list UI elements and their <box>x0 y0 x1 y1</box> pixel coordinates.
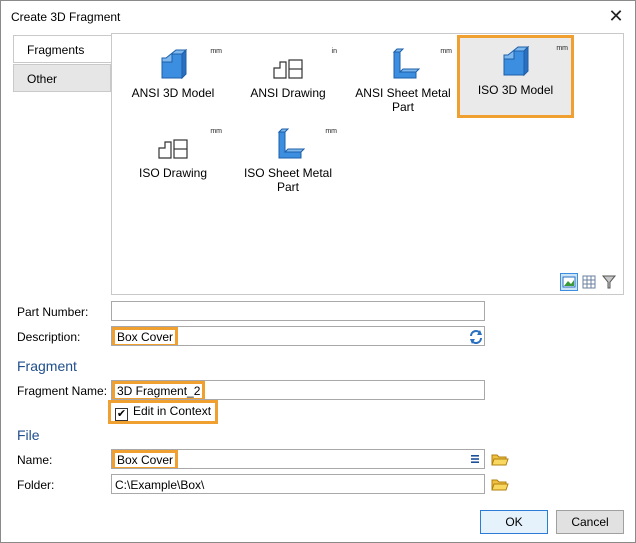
file-name-value: Box Cover <box>112 450 179 468</box>
fragment-section-title: Fragment <box>17 358 77 374</box>
edit-in-context-checkbox[interactable]: ✔ Edit in Context <box>107 400 219 424</box>
dialog-title: Create 3D Fragment <box>11 10 121 24</box>
tab-label: Other <box>27 72 58 86</box>
drawing-sheets-icon <box>158 139 188 159</box>
checkbox-label: Edit in Context <box>133 404 212 418</box>
checkbox-box: ✔ <box>115 408 128 421</box>
template-label: ISO Drawing <box>138 166 208 180</box>
refresh-icon[interactable] <box>467 328 485 346</box>
block-3d-icon <box>503 45 530 77</box>
tab-other[interactable]: Other <box>13 64 111 92</box>
description-value: Box Cover <box>112 327 179 345</box>
view-toolbar <box>559 273 619 291</box>
template-label: ISO 3D Model <box>477 83 554 97</box>
unit-label: mm <box>556 45 568 52</box>
file-name-field[interactable]: Box Cover <box>111 449 485 469</box>
menu-icon[interactable] <box>470 454 480 464</box>
close-icon[interactable]: ✕ <box>605 6 627 28</box>
template-gallery: mm ANSI 3D Model in ANSI Drawing mm ANSI… <box>111 33 624 295</box>
unit-label: mm <box>210 48 222 55</box>
template-label: ANSI Sheet Metal Part <box>355 86 451 114</box>
title-bar: Create 3D Fragment ✕ <box>1 1 635 33</box>
fragment-name-field[interactable]: 3D Fragment_2 <box>111 380 485 400</box>
create-3d-fragment-dialog: Create 3D Fragment ✕ Fragments Other mm … <box>0 0 636 543</box>
browse-folder-icon[interactable] <box>491 475 509 493</box>
filter-icon[interactable] <box>601 274 617 290</box>
unit-label: mm <box>210 128 222 135</box>
fragment-name-label: Fragment Name: <box>17 384 108 398</box>
sheet-metal-icon <box>392 48 420 79</box>
folder-label: Folder: <box>17 478 55 492</box>
template-label: ANSI Drawing <box>250 86 326 100</box>
tab-fragments[interactable]: Fragments <box>13 35 111 63</box>
unit-label: mm <box>440 48 452 55</box>
template-ansi-drawing[interactable]: in ANSI Drawing <box>233 38 343 118</box>
cancel-button[interactable]: Cancel <box>556 510 624 534</box>
tab-label: Fragments <box>27 43 85 57</box>
sheet-metal-icon <box>277 128 305 159</box>
template-iso-sheet-metal-part[interactable]: mm ISO Sheet Metal Part <box>233 118 343 198</box>
block-3d-icon <box>161 48 188 80</box>
unit-label: in <box>331 48 337 55</box>
description-field[interactable]: Box Cover <box>111 326 485 346</box>
template-ansi-sheet-metal-part[interactable]: mm ANSI Sheet Metal Part <box>348 38 458 118</box>
part-number-label: Part Number: <box>17 305 89 319</box>
template-label: ANSI 3D Model <box>131 86 215 100</box>
thumbnail-view-icon[interactable] <box>560 273 578 291</box>
file-section-title: File <box>17 427 40 443</box>
part-number-field[interactable] <box>111 301 485 321</box>
template-iso-drawing[interactable]: mm ISO Drawing <box>118 118 228 198</box>
drawing-sheets-icon <box>273 59 303 79</box>
ok-button[interactable]: OK <box>480 510 548 534</box>
open-folder-icon[interactable] <box>491 450 509 468</box>
file-name-label: Name: <box>17 453 53 467</box>
template-iso-3d-model[interactable]: mm ISO 3D Model <box>457 35 574 118</box>
unit-label: mm <box>325 128 337 135</box>
template-ansi-3d-model[interactable]: mm ANSI 3D Model <box>118 38 228 118</box>
template-label: ISO Sheet Metal Part <box>243 166 333 194</box>
grid-view-icon[interactable] <box>581 274 597 290</box>
description-label: Description: <box>17 330 81 344</box>
fragment-name-value: 3D Fragment_2 <box>112 381 206 399</box>
folder-field[interactable]: C:\Example\Box\ <box>111 474 485 494</box>
